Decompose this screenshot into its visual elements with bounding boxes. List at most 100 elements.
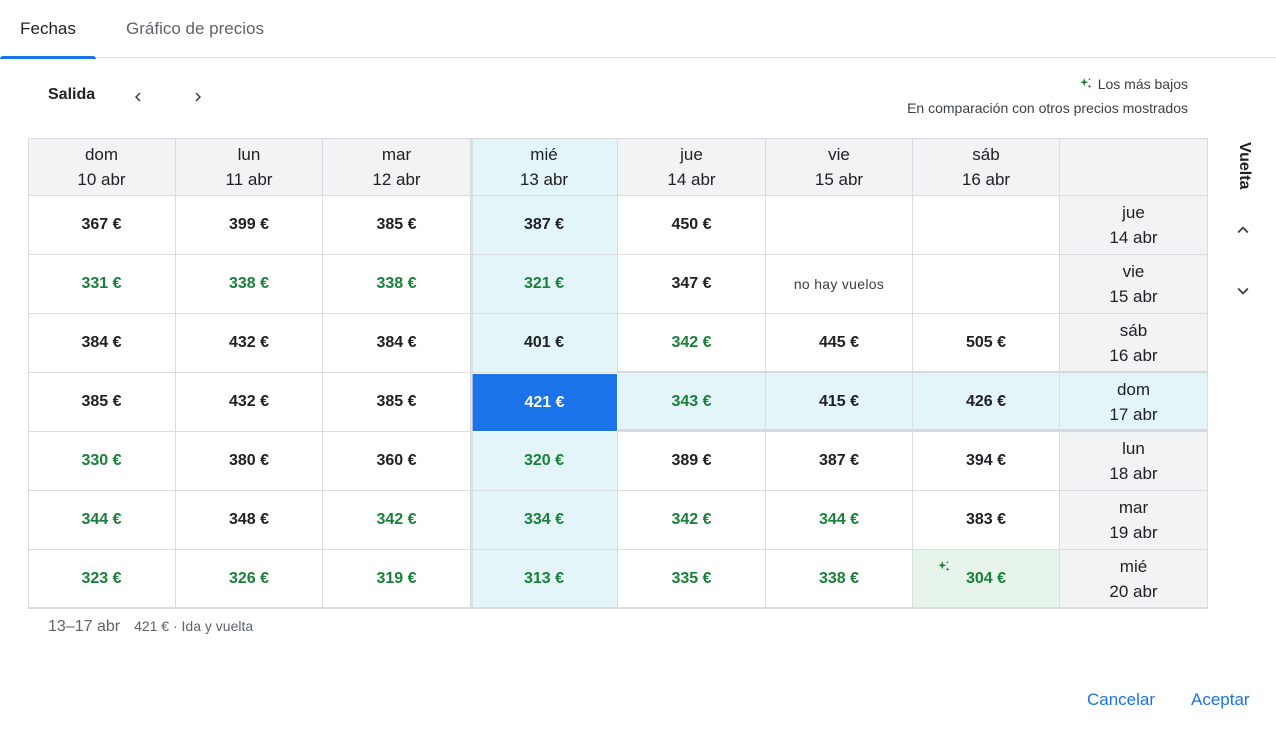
selection-summary: 13–17 abr 421 € · Ida y vuelta [48, 618, 253, 636]
departure-date-header: sáb 16 abr [913, 138, 1060, 196]
cell-text: 401 € [523, 334, 565, 351]
cell-text: 450 € [671, 216, 712, 233]
cell-text: 385 € [376, 393, 417, 410]
price-cell[interactable]: 383 € [913, 491, 1060, 550]
cell-text: no hay vuelos [793, 276, 885, 292]
price-cell[interactable]: 426 € [913, 373, 1060, 432]
price-cell[interactable]: 319 € [323, 550, 471, 609]
date-label: 16 abr [961, 169, 1011, 189]
tab-fechas[interactable]: Fechas [0, 0, 96, 59]
price-cell[interactable]: 342 € [618, 491, 766, 550]
price-cell[interactable]: 389 € [618, 432, 766, 491]
cell-text: 342 € [376, 511, 417, 528]
weekday-label: dom [84, 144, 119, 164]
departure-date-header: dom 10 abr [28, 138, 176, 196]
price-cell[interactable]: 387 € [471, 196, 618, 255]
cell-text: 338 € [376, 275, 417, 292]
price-cell[interactable]: 384 € [28, 314, 176, 373]
date-label: 12 abr [372, 169, 421, 189]
date-label: 15 abr [814, 169, 864, 189]
cell-text: 326 € [228, 570, 270, 587]
price-cell[interactable]: 326 € [176, 550, 323, 609]
price-cell[interactable]: 323 € [28, 550, 176, 609]
price-cell[interactable]: 338 € [323, 255, 471, 314]
price-cell[interactable]: 330 € [28, 432, 176, 491]
price-cell[interactable]: 344 € [766, 491, 913, 550]
cell-text: 385 € [81, 393, 122, 410]
price-cell[interactable]: 343 € [618, 373, 766, 432]
previous-week-button[interactable] [123, 82, 153, 112]
weekday-label: dom [1116, 380, 1151, 399]
return-date-header: vie 15 abr [1060, 255, 1208, 314]
chevron-left-icon [135, 92, 141, 102]
previous-return-week-button[interactable] [1229, 216, 1257, 244]
cell-text: 445 € [818, 334, 860, 351]
price-cell[interactable]: 450 € [618, 196, 766, 255]
price-cell[interactable]: 384 € [323, 314, 471, 373]
price-cell[interactable]: 432 € [176, 373, 323, 432]
price-cell[interactable]: 347 € [618, 255, 766, 314]
date-label: 10 abr [77, 169, 126, 189]
weekday-label: mié [530, 144, 558, 164]
price-cell[interactable]: 338 € [176, 255, 323, 314]
date-label: 13 abr [519, 169, 569, 189]
price-cell[interactable]: 415 € [766, 373, 913, 432]
price-cell[interactable]: 342 € [618, 314, 766, 373]
price-cell[interactable]: 380 € [176, 432, 323, 491]
cell-text: 331 € [81, 275, 122, 292]
cell-text: 338 € [818, 570, 860, 587]
price-cell[interactable]: 313 € [471, 550, 618, 609]
cell-text: 384 € [376, 334, 417, 351]
salida-label: Salida [48, 86, 96, 103]
cancel-button[interactable]: Cancelar [1087, 690, 1155, 710]
price-cell[interactable]: 342 € [323, 491, 471, 550]
empty-cell [913, 196, 1060, 255]
cell-text: 335 € [671, 570, 712, 587]
cell-text: 338 € [228, 275, 270, 292]
next-week-button[interactable] [183, 82, 213, 112]
price-cell[interactable]: 320 € [471, 432, 618, 491]
price-cell[interactable]: 385 € [28, 373, 176, 432]
cell-text: 432 € [228, 334, 270, 351]
cell-text: 389 € [671, 452, 712, 469]
date-label: 14 abr [667, 169, 716, 189]
cell-text: 399 € [228, 216, 270, 233]
price-cell[interactable]: 505 € [913, 314, 1060, 373]
price-cell[interactable]: 394 € [913, 432, 1060, 491]
price-cell[interactable]: 304 € [913, 550, 1060, 609]
next-return-week-button[interactable] [1229, 277, 1257, 305]
accept-button[interactable]: Aceptar [1191, 690, 1250, 710]
price-cell[interactable]: 348 € [176, 491, 323, 550]
cell-text: 387 € [523, 216, 565, 233]
departure-date-header: vie 15 abr [766, 138, 913, 196]
price-cell[interactable]: 421 € [471, 373, 618, 432]
price-grid: dom 10 abr lun 11 abr mar 12 abr mié 13 abr jue 1… [28, 138, 1208, 609]
price-cell[interactable]: 360 € [323, 432, 471, 491]
price-cell[interactable]: 321 € [471, 255, 618, 314]
price-cell[interactable]: 334 € [471, 491, 618, 550]
price-cell[interactable]: 344 € [28, 491, 176, 550]
price-cell[interactable]: 385 € [323, 373, 471, 432]
price-cell[interactable]: 367 € [28, 196, 176, 255]
cell-text: 367 € [81, 216, 122, 233]
return-date-header: mar 19 abr [1060, 491, 1208, 550]
price-cell[interactable]: 432 € [176, 314, 323, 373]
price-cell[interactable]: 338 € [766, 550, 913, 609]
price-cell[interactable]: 445 € [766, 314, 913, 373]
weekday-label: mar [1118, 498, 1149, 517]
cell-text: 380 € [228, 452, 270, 469]
cell-text: 384 € [81, 334, 122, 351]
price-cell[interactable]: 331 € [28, 255, 176, 314]
cell-text: 394 € [965, 452, 1007, 469]
cell-text: 344 € [818, 511, 860, 528]
cell-text: 348 € [228, 511, 270, 528]
tab-grafico-de-precios[interactable]: Gráfico de precios [96, 0, 294, 58]
price-cell[interactable]: 399 € [176, 196, 323, 255]
price-cell[interactable]: 401 € [471, 314, 618, 373]
date-label: 15 abr [1109, 287, 1158, 306]
price-cell[interactable]: 335 € [618, 550, 766, 609]
return-date-header: mié 20 abr [1060, 550, 1208, 609]
price-cell[interactable]: 387 € [766, 432, 913, 491]
price-cell[interactable]: 385 € [323, 196, 471, 255]
selected-dates: 13–17 abr [48, 618, 121, 635]
